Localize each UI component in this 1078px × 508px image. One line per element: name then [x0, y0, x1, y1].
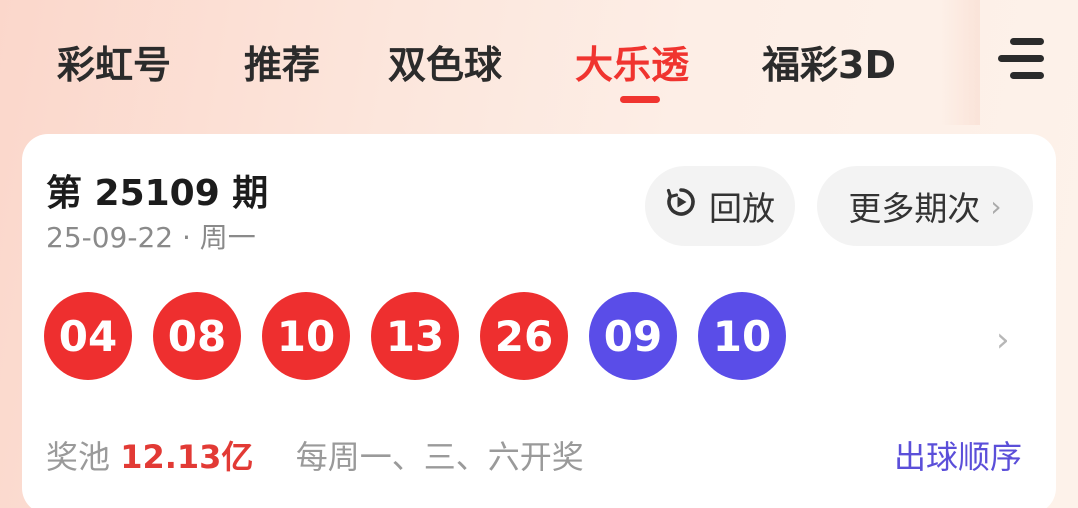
- issue-number: 第 25109 期: [46, 173, 269, 214]
- front-ball: 04: [44, 292, 132, 380]
- tab-daletou[interactable]: 大乐透: [575, 34, 689, 90]
- chevron-right-icon: ›: [990, 189, 1002, 223]
- prize-pool-info: 奖池 12.13亿 每周一、三、六开奖: [46, 432, 584, 478]
- front-ball: 13: [371, 292, 459, 380]
- pool-label: 奖池: [46, 438, 111, 476]
- tab-recommend[interactable]: 推荐: [244, 34, 320, 90]
- draw-result-card: 第 25109 期 25-09-22 · 周一 回放 更多期次 › 04 08 …: [22, 134, 1056, 508]
- back-ball: 09: [589, 292, 677, 380]
- active-tab-indicator: [620, 96, 660, 103]
- pool-amount: 12.13亿: [120, 438, 254, 476]
- front-ball: 26: [480, 292, 568, 380]
- front-ball: 10: [262, 292, 350, 380]
- draw-schedule: 每周一、三、六开奖: [295, 438, 584, 476]
- front-ball: 08: [153, 292, 241, 380]
- tab-shuangseqiu[interactable]: 双色球: [388, 34, 502, 90]
- ball-order-link[interactable]: 出球顺序: [894, 432, 1022, 478]
- back-ball: 10: [698, 292, 786, 380]
- tab-caihonghao[interactable]: 彩虹号: [57, 34, 171, 90]
- more-issues-button[interactable]: 更多期次 ›: [817, 166, 1033, 246]
- tab-overflow-fade: [940, 0, 980, 125]
- tab-fucai3d[interactable]: 福彩3D: [762, 34, 896, 90]
- more-issues-label: 更多期次: [848, 189, 981, 228]
- draw-date: 25-09-22 · 周一: [46, 221, 256, 254]
- replay-icon: [665, 186, 709, 226]
- lottery-tab-bar: 彩虹号 推荐 双色球 大乐透 福彩3D: [0, 0, 1078, 130]
- chevron-right-icon[interactable]: ›: [996, 320, 1010, 360]
- replay-button[interactable]: 回放: [645, 166, 795, 246]
- replay-label: 回放: [709, 189, 775, 228]
- menu-icon[interactable]: [996, 36, 1048, 82]
